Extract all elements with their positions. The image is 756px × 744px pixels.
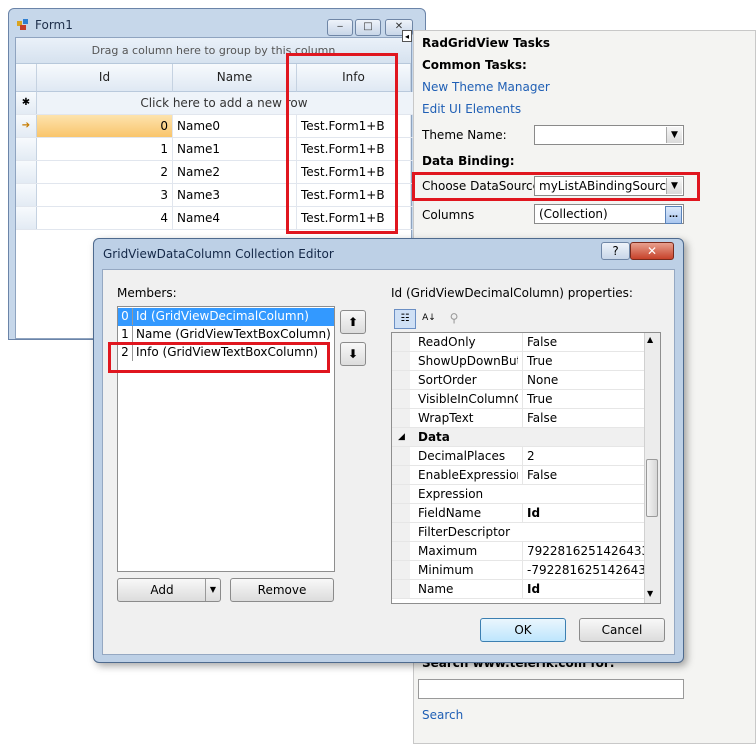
- property-row[interactable]: VisibleInColumnChooserTrue: [392, 390, 646, 409]
- form1-title: Form1: [35, 18, 73, 32]
- cell-name[interactable]: Name1: [173, 138, 297, 160]
- property-row[interactable]: FieldName Id: [392, 504, 646, 523]
- cell-id[interactable]: 0: [37, 115, 173, 137]
- scroll-thumb[interactable]: [646, 459, 658, 517]
- property-row[interactable]: Minimum-79228162514264337593543950335: [392, 561, 646, 580]
- cell-name[interactable]: Name4: [173, 207, 297, 229]
- property-row[interactable]: DecimalPlaces 2: [392, 447, 646, 466]
- column-header-name[interactable]: Name: [173, 64, 297, 92]
- search-input[interactable]: [418, 679, 684, 699]
- members-label: Members:: [117, 286, 177, 300]
- cell-id[interactable]: 3: [37, 184, 173, 206]
- columns-label: Columns: [422, 208, 475, 222]
- maximize-button[interactable]: □: [355, 19, 381, 36]
- common-tasks-heading: Common Tasks:: [422, 58, 527, 72]
- current-row-arrow-icon: ➔: [16, 115, 37, 137]
- row-indicator: [16, 138, 37, 160]
- chevron-down-icon[interactable]: ▼: [205, 579, 220, 601]
- ellipsis-button[interactable]: …: [665, 206, 682, 224]
- row-indicator: [16, 207, 37, 229]
- highlight-info-column: [286, 53, 398, 234]
- columns-collection-field[interactable]: (Collection) …: [534, 204, 684, 224]
- property-row[interactable]: FilterDescriptor: [392, 523, 646, 542]
- theme-name-label: Theme Name:: [422, 128, 507, 142]
- form-icon: [17, 19, 29, 31]
- cell-name[interactable]: Name2: [173, 161, 297, 183]
- cell-name[interactable]: Name0: [173, 115, 297, 137]
- cell-id[interactable]: 2: [37, 161, 173, 183]
- alphabetical-icon[interactable]: A↓: [418, 309, 440, 329]
- property-toolbar: ☷ A↓ ⚲: [393, 308, 458, 330]
- add-button[interactable]: Add ▼: [117, 578, 221, 602]
- column-header-id[interactable]: Id: [37, 64, 173, 92]
- dialog-title: GridViewDataColumn Collection Editor: [103, 247, 334, 261]
- property-row[interactable]: Name Id: [392, 580, 646, 599]
- chevron-down-icon[interactable]: ▼: [666, 127, 682, 143]
- help-button[interactable]: ?: [601, 242, 630, 260]
- property-row[interactable]: SortOrder None: [392, 371, 646, 390]
- collapse-triangle-icon[interactable]: ◢: [398, 428, 405, 446]
- row-indicator: [16, 161, 37, 183]
- list-item[interactable]: 0 Id (GridViewDecimalColumn): [118, 308, 334, 326]
- property-scrollbar[interactable]: ▲ ▼: [644, 333, 660, 603]
- property-row[interactable]: EnableExpressionEditorFalse: [392, 466, 646, 485]
- arrow-down-icon: ⬇: [347, 347, 359, 361]
- property-row[interactable]: WrapText False: [392, 409, 646, 428]
- property-row[interactable]: ReadOnly False: [392, 333, 646, 352]
- cell-id[interactable]: 4: [37, 207, 173, 229]
- data-binding-heading: Data Binding:: [422, 154, 515, 168]
- cell-name[interactable]: Name3: [173, 184, 297, 206]
- collection-editor-dialog: GridViewDataColumn Collection Editor ? ✕…: [93, 238, 684, 663]
- categorized-icon[interactable]: ☷: [394, 309, 416, 329]
- property-row[interactable]: Expression: [392, 485, 646, 504]
- property-grid[interactable]: ReadOnlyFalse ShowUpDownButtonsTrue Sort…: [391, 332, 661, 604]
- search-link[interactable]: Search: [422, 708, 463, 722]
- highlight-datasource: [412, 172, 700, 201]
- header-corner: [16, 64, 37, 92]
- new-row-indicator-icon: ✱: [16, 92, 37, 114]
- highlight-info-member: [108, 342, 330, 373]
- property-row[interactable]: ShowUpDownButtonsTrue: [392, 352, 646, 371]
- move-down-button[interactable]: ⬇: [340, 342, 366, 366]
- edit-ui-elements-link[interactable]: Edit UI Elements: [422, 102, 521, 116]
- dialog-close-button[interactable]: ✕: [630, 242, 674, 260]
- scroll-down-icon[interactable]: ▼: [647, 589, 653, 598]
- remove-button[interactable]: Remove: [230, 578, 334, 602]
- ok-button[interactable]: OK: [480, 618, 566, 642]
- category-row-data[interactable]: ◢ Data: [392, 428, 646, 447]
- new-theme-manager-link[interactable]: New Theme Manager: [422, 80, 550, 94]
- minimize-button[interactable]: ‒: [327, 19, 353, 36]
- property-row[interactable]: Maximum79228162514264337593543950335: [392, 542, 646, 561]
- cancel-button[interactable]: Cancel: [579, 618, 665, 642]
- properties-label: Id (GridViewDecimalColumn) properties:: [391, 286, 633, 300]
- cell-id[interactable]: 1: [37, 138, 173, 160]
- columns-value: (Collection): [539, 207, 608, 221]
- tasks-title: RadGridView Tasks: [422, 36, 550, 50]
- property-pages-icon: ⚲: [449, 311, 459, 325]
- scroll-up-icon[interactable]: ▲: [647, 335, 653, 344]
- dialog-body: Members: 0 Id (GridViewDecimalColumn) 1 Na…: [102, 269, 675, 655]
- row-indicator: [16, 184, 37, 206]
- arrow-up-icon: ⬆: [347, 315, 359, 329]
- smart-tag-icon[interactable]: ◂: [402, 30, 412, 42]
- theme-name-combo[interactable]: ▼: [534, 125, 684, 145]
- move-up-button[interactable]: ⬆: [340, 310, 366, 334]
